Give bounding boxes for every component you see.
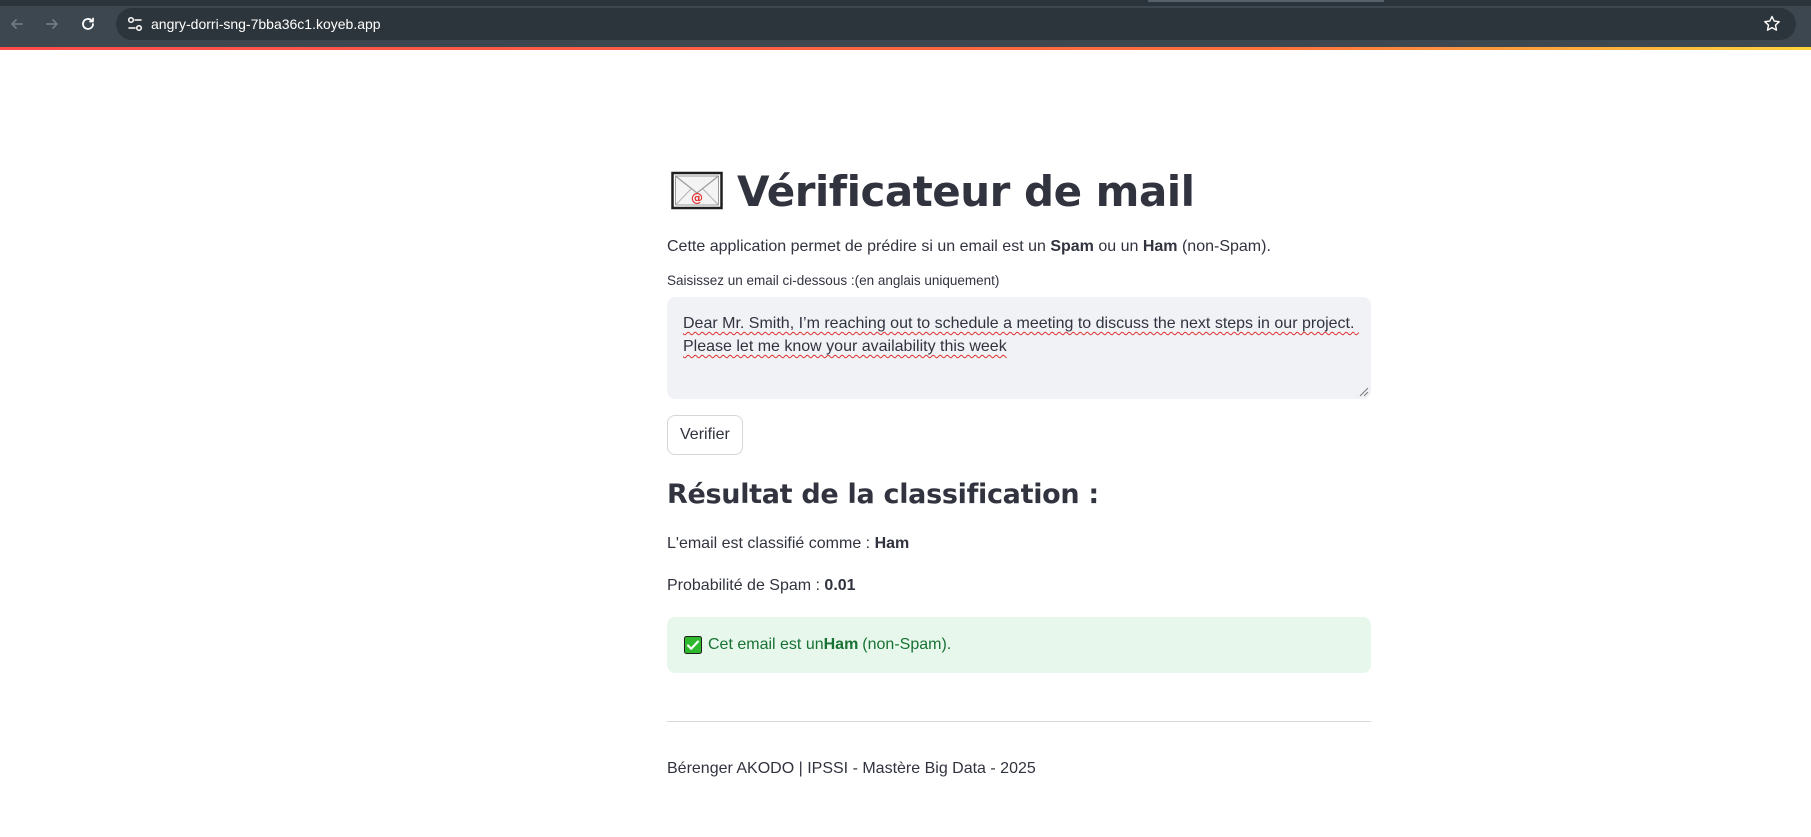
spam-term: Spam: [1050, 238, 1094, 255]
classification-result: L'email est classifié comme : Ham: [667, 535, 910, 552]
tab-edge: [1148, 0, 1384, 2]
address-bar[interactable]: angry-dorri-sng-7bba36c1.koyeb.app: [116, 8, 1796, 40]
tune-icon[interactable]: [126, 15, 144, 33]
success-ham-term: Ham: [823, 636, 859, 653]
title-row: @ Vérificateur de mail: [667, 160, 1371, 222]
page-title: Vérificateur de mail: [737, 166, 1195, 216]
arrow-left-icon: [11, 19, 23, 29]
svg-text:@: @: [691, 191, 703, 205]
email-input-label: Saisissez un email ci-dessous :(en angla…: [667, 273, 1000, 288]
footer-divider: [667, 721, 1371, 722]
spam-probability: Probabilité de Spam : 0.01: [667, 577, 856, 594]
star-icon[interactable]: [1762, 14, 1782, 34]
classification-value: Ham: [874, 535, 910, 552]
intro-text: Cette application permet de prédire si u…: [667, 238, 1271, 255]
email-textarea[interactable]: [667, 297, 1371, 399]
back-button[interactable]: [5, 12, 29, 36]
main-content: @ Vérificateur de mail Cette application…: [667, 160, 1371, 780]
url-text[interactable]: angry-dorri-sng-7bba36c1.koyeb.app: [151, 15, 381, 33]
envelope-icon: @: [671, 171, 723, 210]
email-input-container: [667, 297, 1371, 399]
check-mark-icon: [684, 636, 702, 654]
reload-button[interactable]: [76, 12, 100, 36]
probability-value: 0.01: [824, 577, 856, 594]
resize-handle-icon[interactable]: [1359, 387, 1369, 397]
browser-toolbar: angry-dorri-sng-7bba36c1.koyeb.app: [0, 0, 1811, 48]
reload-icon: [82, 17, 94, 30]
tab-strip: [0, 0, 1811, 6]
ham-term: Ham: [1142, 238, 1178, 255]
verify-button[interactable]: Verifier: [667, 415, 743, 455]
result-heading: Résultat de la classification :: [667, 479, 1099, 510]
app-header-decoration: [0, 47, 1811, 50]
forward-button[interactable]: [40, 12, 64, 36]
footer-text: Bérenger AKODO | IPSSI - Mastère Big Dat…: [667, 760, 1036, 777]
arrow-right-icon: [46, 19, 58, 29]
success-alert: Cet email est un Ham (non-Spam).: [667, 617, 1371, 673]
